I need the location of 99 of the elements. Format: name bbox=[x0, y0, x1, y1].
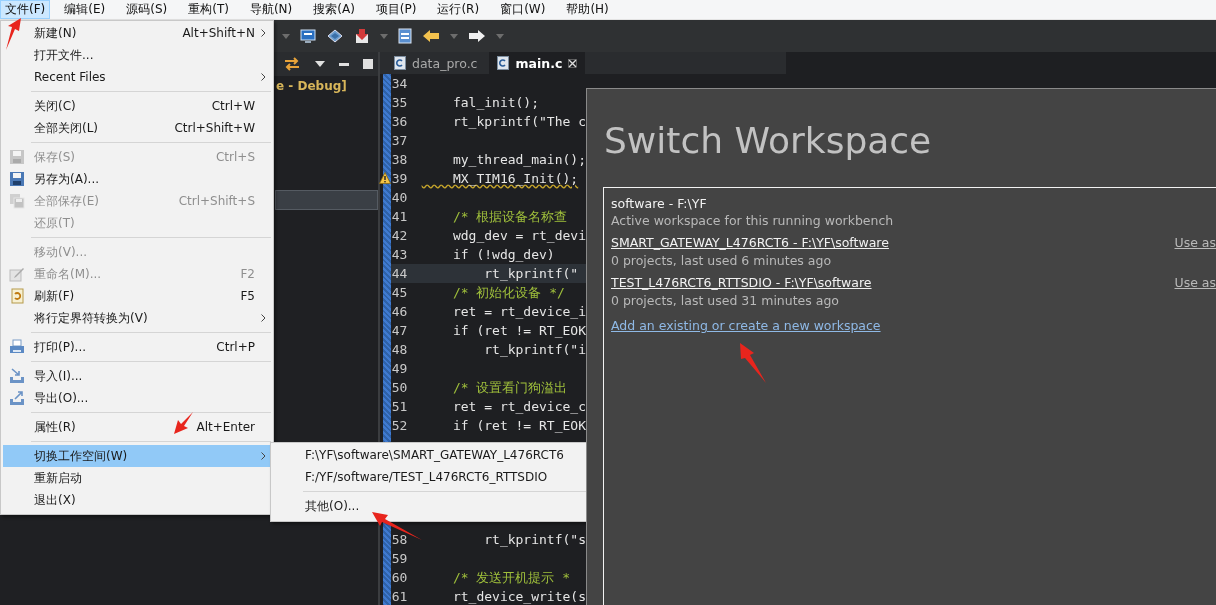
add-workspace-link[interactable]: Add an existing or create a new workspace bbox=[611, 317, 881, 335]
refresh-document-icon bbox=[9, 288, 25, 304]
minimize-icon[interactable] bbox=[339, 62, 349, 66]
menu-item[interactable]: 将行定界符转换为(V) bbox=[3, 307, 271, 329]
workspace-link[interactable]: TEST_L476RCT6_RTTSDIO - F:\YF\software bbox=[611, 274, 1175, 292]
workspace-detail: 0 projects, last used 6 minutes ago bbox=[611, 252, 833, 270]
forward-arrow-icon[interactable] bbox=[468, 29, 486, 43]
line-number: 34 bbox=[390, 76, 409, 91]
annotation-arrow-icon bbox=[174, 412, 194, 434]
menu-item[interactable]: 新建(N) Alt+Shift+N bbox=[3, 22, 271, 44]
line-number: 50 bbox=[390, 380, 409, 395]
workspace-link[interactable]: SMART_GATEWAY_L476RCT6 - F:\YF\software bbox=[611, 234, 1175, 252]
menu-bar-item[interactable]: 项目(P) bbox=[370, 0, 422, 19]
pencil-icon bbox=[9, 266, 25, 282]
code-line: if (ret != RT_EOK bbox=[451, 323, 586, 338]
menu-item[interactable]: Recent Files bbox=[3, 66, 271, 88]
code-line: rt_kprintf("i bbox=[483, 342, 586, 357]
project-label: e - Debug] bbox=[275, 79, 348, 93]
code-line: if (!wdg_dev) bbox=[451, 247, 555, 262]
c-file-icon bbox=[394, 56, 406, 70]
menu-item[interactable]: 另存为(A)... bbox=[3, 168, 271, 190]
menu-bar-item[interactable]: 搜索(A) bbox=[308, 0, 360, 19]
menu-item[interactable]: 重新启动 bbox=[3, 467, 271, 489]
menu-bar-item[interactable]: 编辑(E) bbox=[59, 0, 111, 19]
menu-item[interactable]: 全部关闭(L) Ctrl+Shift+W bbox=[3, 117, 271, 139]
code-line: ret = rt_device_c bbox=[451, 399, 586, 414]
code-line: rt_kprintf(" bbox=[483, 266, 579, 281]
editor-tab[interactable]: main.c bbox=[489, 52, 586, 74]
line-number: 38 bbox=[390, 152, 409, 167]
line-number: 37 bbox=[390, 133, 409, 148]
download-icon[interactable] bbox=[354, 28, 370, 44]
line-number: 44 bbox=[390, 266, 409, 281]
annotation-arrow-icon bbox=[740, 343, 766, 383]
menu-item[interactable]: 导入(I)... bbox=[3, 365, 271, 387]
line-number: 52 bbox=[390, 418, 409, 433]
menu-bar-item[interactable]: 源码(S) bbox=[121, 0, 173, 19]
code-comment: /* 发送开机提示 * bbox=[451, 568, 571, 587]
menu-item[interactable]: 导出(O)... bbox=[3, 387, 271, 409]
code-line: MX_TIM16_Init(); bbox=[451, 171, 579, 186]
menu-item[interactable]: 刷新(F) F5 bbox=[3, 285, 271, 307]
printer-icon bbox=[9, 339, 25, 355]
close-icon[interactable] bbox=[568, 58, 578, 68]
line-number: 60 bbox=[390, 570, 409, 585]
dialog-title: Switch Workspace bbox=[604, 119, 933, 163]
menu-item[interactable]: 切换工作空间(W) bbox=[3, 445, 271, 467]
line-number: 40 bbox=[390, 190, 409, 205]
code-comment: /* 设置看门狗溢出 bbox=[451, 378, 568, 397]
line-number: 47 bbox=[390, 323, 409, 338]
code-line: rt_device_write(s bbox=[451, 589, 586, 604]
tray-in-icon bbox=[9, 368, 25, 384]
line-number: 43 bbox=[390, 247, 409, 262]
line-number: 51 bbox=[390, 399, 409, 414]
code-line: rt_kprintf("s bbox=[483, 532, 586, 547]
c-file-icon bbox=[497, 56, 510, 70]
use-as-link[interactable]: Use as bbox=[1174, 234, 1216, 252]
menu-bar-item[interactable]: 运行(R) bbox=[432, 0, 485, 19]
line-number: 59 bbox=[390, 551, 409, 566]
menu-item[interactable]: 关闭(C) Ctrl+W bbox=[3, 95, 271, 117]
tray-out-icon bbox=[9, 390, 25, 406]
editor-tab[interactable]: data_pro.c bbox=[386, 52, 486, 74]
back-arrow-icon[interactable] bbox=[422, 29, 440, 43]
menu-bar-item[interactable]: 帮助(H) bbox=[561, 0, 614, 19]
line-number: 58 bbox=[390, 532, 409, 547]
menu-item[interactable]: 退出(X) bbox=[3, 489, 271, 511]
line-number: 49 bbox=[390, 361, 409, 376]
menu-bar-item[interactable]: 文件(F) bbox=[0, 0, 51, 19]
menu-item[interactable]: 属性(R) Alt+Enter bbox=[3, 416, 271, 438]
caret-icon[interactable] bbox=[315, 61, 325, 67]
swap-arrows-icon[interactable] bbox=[283, 56, 301, 72]
line-number: 35 bbox=[390, 95, 409, 110]
line-number: 42 bbox=[390, 228, 409, 243]
annotation-arrow-icon bbox=[4, 18, 22, 50]
monitor-icon[interactable] bbox=[300, 28, 316, 44]
active-workspace-name: software - F:\YF bbox=[611, 195, 708, 212]
menu-item[interactable]: 打开文件... bbox=[3, 44, 271, 66]
code-line: wdg_dev = rt_devi bbox=[451, 228, 586, 243]
menu-item[interactable]: 打印(P)... Ctrl+P bbox=[3, 336, 271, 358]
use-as-link[interactable]: Use as bbox=[1174, 274, 1216, 292]
line-number: 39 bbox=[390, 171, 409, 186]
code-comment: /* 根据设备名称查 bbox=[451, 207, 568, 226]
code-line: fal_init(); bbox=[451, 95, 540, 110]
line-number: 48 bbox=[390, 342, 409, 357]
code-line: rt_kprintf("The c bbox=[451, 114, 586, 129]
line-number: 45 bbox=[390, 285, 409, 300]
code-line: my_thread_main(); bbox=[451, 152, 586, 167]
line-number: 46 bbox=[390, 304, 409, 319]
menu-bar-item[interactable]: 重构(T) bbox=[183, 0, 234, 19]
line-number: 41 bbox=[390, 209, 409, 224]
floppy-disks-icon bbox=[9, 193, 25, 209]
code-line: if (ret != RT_EOK bbox=[451, 418, 586, 433]
list-icon[interactable] bbox=[398, 28, 412, 44]
code-comment: /* 初始化设备 */ bbox=[451, 283, 565, 302]
active-workspace-description: Active workspace for this running workbench bbox=[611, 212, 895, 230]
menu-bar-item[interactable]: 窗口(W) bbox=[495, 0, 551, 19]
line-number: 36 bbox=[390, 114, 409, 129]
menu-bar-item[interactable]: 导航(N) bbox=[244, 0, 298, 19]
code-line: ret = rt_device_i bbox=[451, 304, 586, 319]
workspace-detail: 0 projects, last used 31 minutes ago bbox=[611, 292, 840, 310]
line-number: 61 bbox=[390, 589, 409, 604]
